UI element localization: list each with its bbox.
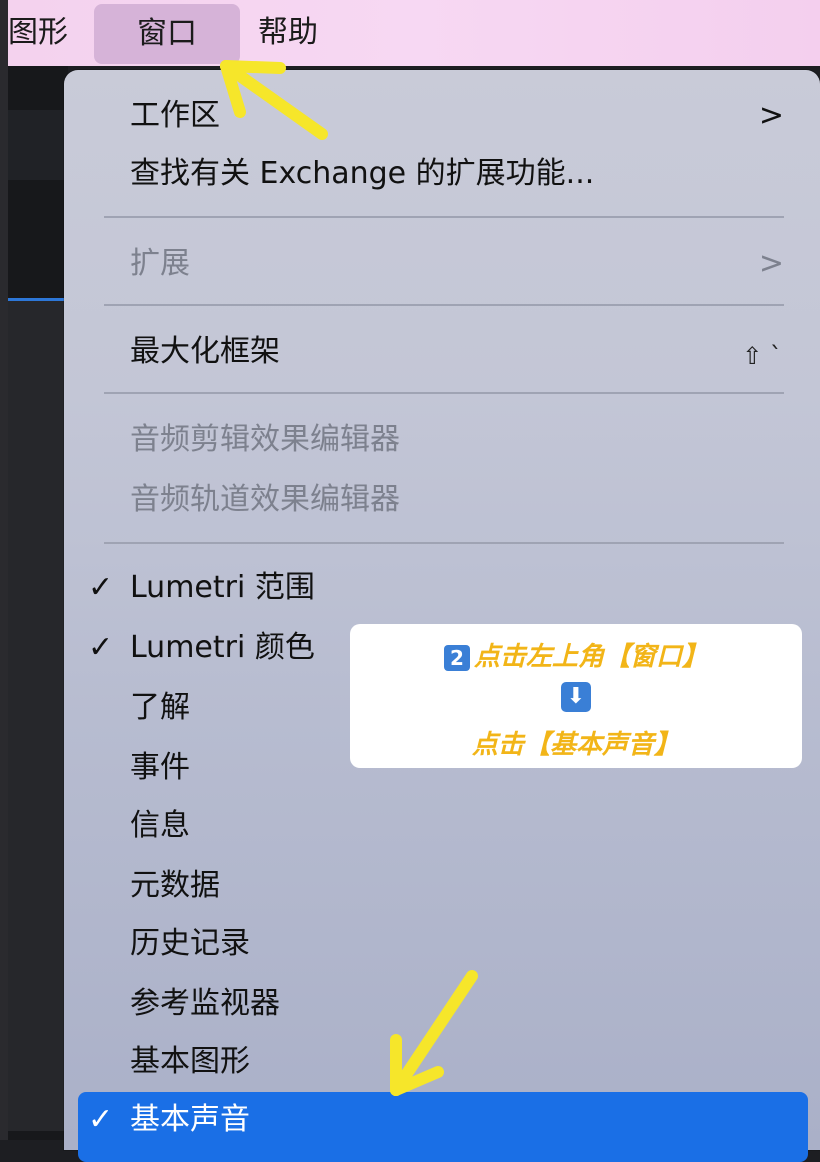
menu-item-info[interactable]: 信息 [130, 802, 190, 850]
menu-item-learn[interactable]: 了解 [130, 684, 190, 732]
menu-item-find-exchange[interactable]: 查找有关 Exchange 的扩展功能... [130, 150, 594, 198]
app-background [8, 66, 68, 1140]
shortcut-label: ⇧ ` [742, 342, 782, 370]
menu-item-metadata[interactable]: 元数据 [130, 862, 220, 910]
menu-separator [104, 304, 784, 306]
menu-item-history[interactable]: 历史记录 [130, 920, 250, 968]
menu-item-essential-graphics[interactable]: 基本图形 [130, 1038, 250, 1086]
menu-item-essential-sound[interactable]: ✓ 基本声音 [78, 1092, 808, 1162]
menu-item-audio-clip-effect-editor: 音频剪辑效果编辑器 [130, 422, 400, 457]
callout-line-1: 2 点击左上角【窗口】 [350, 636, 802, 673]
submenu-chevron-icon: > [758, 98, 784, 133]
menu-separator [104, 216, 784, 218]
menu-window[interactable]: 窗口 [94, 4, 240, 64]
checkmark-icon: ✓ [88, 570, 114, 605]
window-edge [0, 0, 8, 1140]
menu-graphics[interactable]: 图形 [8, 0, 68, 66]
menubar: 图形 窗口 帮助 [8, 0, 820, 66]
menu-separator [104, 392, 784, 394]
submenu-chevron-icon: > [758, 246, 784, 281]
step-number-icon: 2 [443, 644, 470, 671]
panel-body [8, 301, 68, 1131]
down-arrow-icon: ⬇ [561, 682, 591, 712]
window-dropdown-menu: 工作区 > 查找有关 Exchange 的扩展功能... 扩展 > 最大化框架 … [64, 70, 820, 1162]
panel-header [8, 110, 68, 180]
menu-item-maximize-frame[interactable]: 最大化框架 [130, 328, 280, 376]
menu-item-reference-monitor[interactable]: 参考监视器 [130, 980, 280, 1028]
menu-item-workspace[interactable]: 工作区 [130, 92, 220, 140]
menu-item-audio-track-effect-editor: 音频轨道效果编辑器 [130, 482, 400, 517]
menu-item-lumetri-scopes[interactable]: Lumetri 范围 [130, 564, 315, 612]
menu-item-extensions: 扩展 [130, 246, 190, 281]
menu-item-lumetri-color[interactable]: Lumetri 颜色 [130, 624, 315, 672]
menu-help[interactable]: 帮助 [258, 0, 318, 66]
callout-line-2: 点击【基本声音】 [471, 730, 680, 760]
checkmark-icon: ✓ [88, 630, 114, 665]
instruction-callout: 2 点击左上角【窗口】 ⬇ 点击【基本声音】 [350, 624, 802, 768]
menu-item-label: 基本声音 [130, 1102, 250, 1137]
checkmark-icon: ✓ [88, 1102, 114, 1137]
menu-item-events[interactable]: 事件 [130, 744, 190, 792]
menu-separator [104, 542, 784, 544]
